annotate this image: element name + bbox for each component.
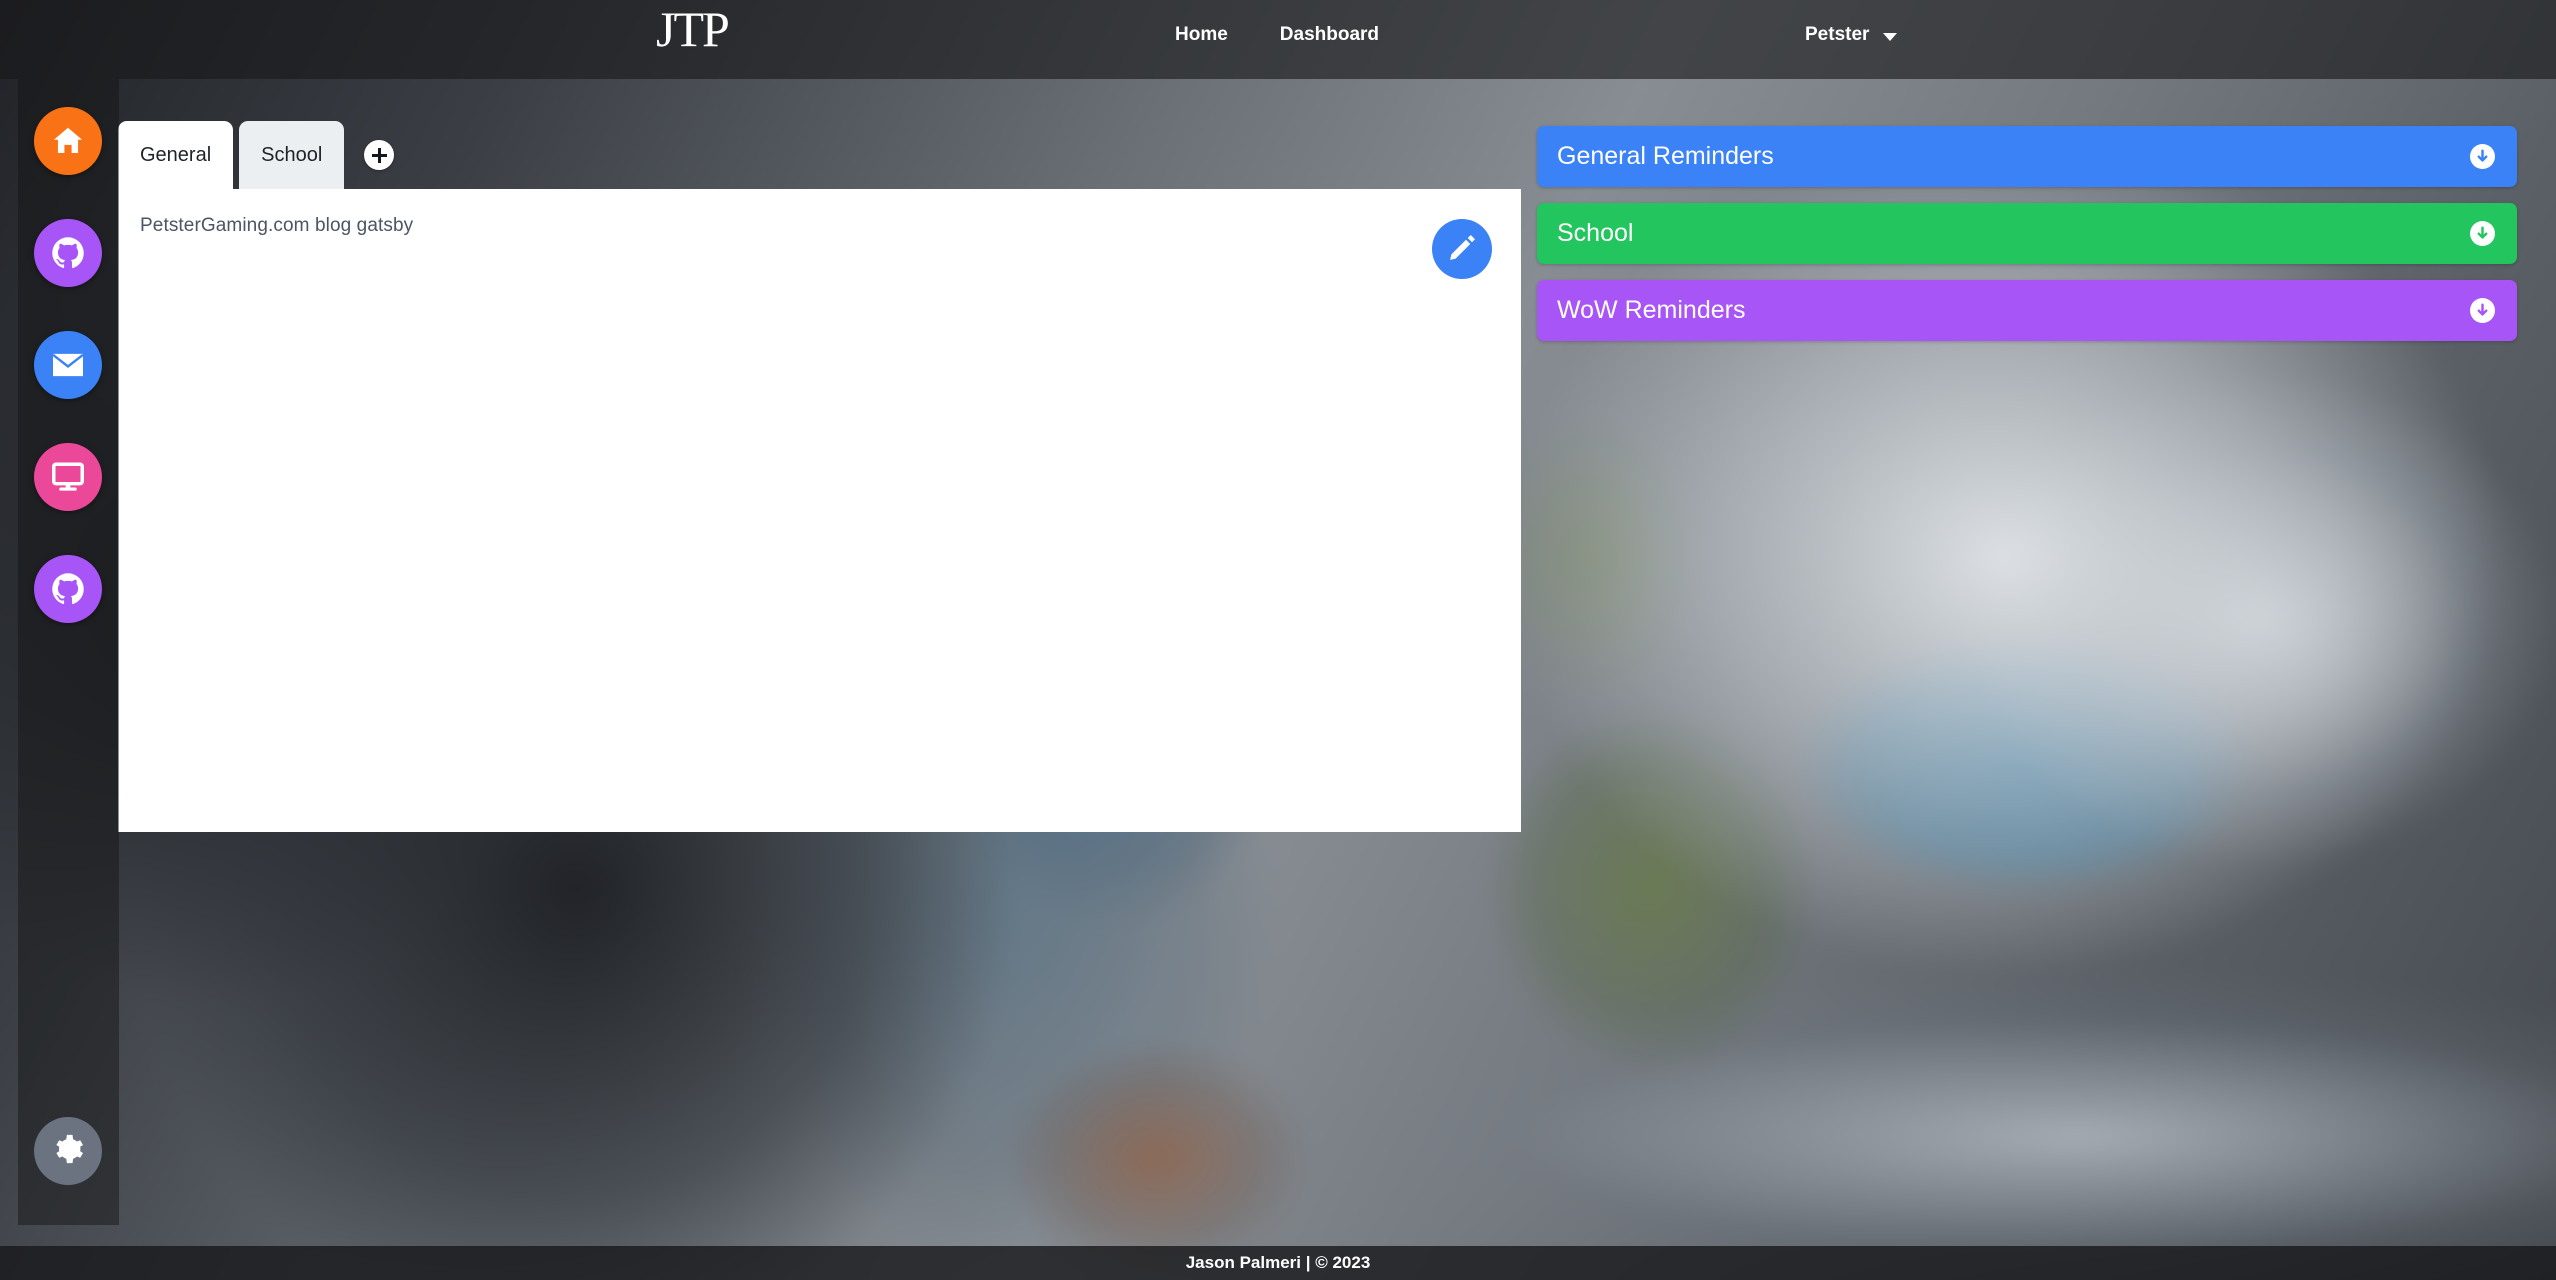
note-body-text: PetsterGaming.com blog gatsby xyxy=(140,215,414,236)
sidebar-item-mail[interactable] xyxy=(34,331,102,399)
chevron-down-icon xyxy=(1883,32,1898,41)
reminder-panel-general[interactable]: General Reminders xyxy=(1537,126,2517,187)
app-root: JTP Home Dashboard Petster General Schoo… xyxy=(0,0,2556,1280)
plus-icon xyxy=(371,147,387,163)
monitor-icon xyxy=(50,461,86,493)
reminder-title: School xyxy=(1557,219,1634,247)
edit-note-button[interactable] xyxy=(1432,219,1492,279)
sidebar-item-github-2[interactable] xyxy=(34,555,102,623)
arrow-down-circle-icon[interactable] xyxy=(2470,221,2495,246)
nav-links: Home Dashboard xyxy=(1175,24,1379,46)
arrow-down-circle-icon[interactable] xyxy=(2470,298,2495,323)
sidebar-item-settings[interactable] xyxy=(34,1117,102,1185)
reminders-list: General Reminders School WoW Reminders xyxy=(1537,126,2517,341)
nav-link-home[interactable]: Home xyxy=(1175,24,1228,46)
page-footer: Jason Palmeri | © 2023 xyxy=(0,1246,2556,1280)
sidebar-item-github-1[interactable] xyxy=(34,219,102,287)
gear-icon xyxy=(51,1132,85,1171)
envelope-icon xyxy=(50,350,86,380)
github-icon xyxy=(50,235,86,271)
tab-general[interactable]: General xyxy=(118,121,234,189)
left-sidebar xyxy=(18,79,119,1225)
sidebar-item-home[interactable] xyxy=(34,107,102,175)
top-navbar: JTP Home Dashboard Petster xyxy=(0,0,2556,79)
arrow-down-circle-icon[interactable] xyxy=(2470,144,2495,169)
note-tabs: General School xyxy=(118,121,395,189)
github-icon xyxy=(50,571,86,607)
user-menu-label: Petster xyxy=(1805,24,1870,45)
home-icon xyxy=(50,123,86,159)
reminder-panel-school[interactable]: School xyxy=(1537,203,2517,264)
tab-school[interactable]: School xyxy=(239,121,345,189)
pencil-icon xyxy=(1447,233,1477,266)
footer-text: Jason Palmeri | © 2023 xyxy=(1185,1253,1371,1272)
nav-link-dashboard[interactable]: Dashboard xyxy=(1280,24,1379,46)
reminder-title: WoW Reminders xyxy=(1557,296,1746,324)
user-menu-button[interactable]: Petster xyxy=(1805,24,1898,46)
note-card: PetsterGaming.com blog gatsby xyxy=(118,189,1521,832)
reminder-panel-wow[interactable]: WoW Reminders xyxy=(1537,280,2517,341)
site-logo[interactable]: JTP xyxy=(656,4,730,54)
add-tab-button[interactable] xyxy=(364,140,395,170)
reminder-title: General Reminders xyxy=(1557,142,1774,170)
sidebar-item-monitor[interactable] xyxy=(34,443,102,511)
